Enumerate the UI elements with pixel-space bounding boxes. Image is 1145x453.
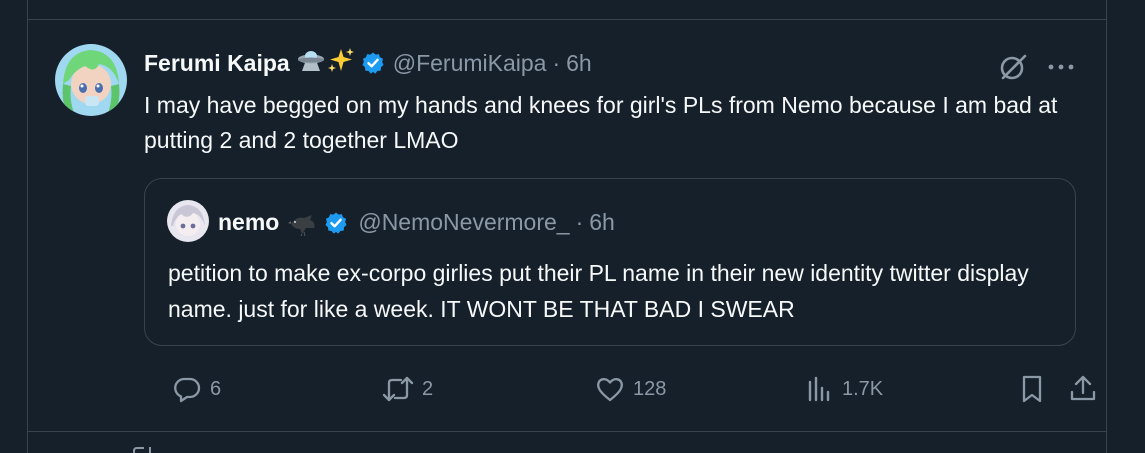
grok-icon[interactable] — [998, 52, 1028, 82]
analytics-icon — [806, 374, 834, 404]
name-emojis — [297, 47, 355, 79]
next-tweet-repost-icon — [128, 445, 156, 453]
like-count: 128 — [633, 377, 667, 400]
quoted-display-name[interactable]: nemo — [218, 209, 279, 236]
quoted-verified-icon[interactable] — [324, 211, 348, 235]
author-avatar[interactable] — [55, 44, 127, 116]
tweet-action-bar: 6 2 128 1.7K — [144, 374, 1096, 414]
tweet[interactable]: Ferumi Kaipa @FerumiKaipa · 6h I may hav… — [28, 20, 1106, 431]
quoted-tweet-header: nemo @NemoNevermore_ · 6h — [218, 209, 615, 236]
reply-icon — [172, 374, 202, 404]
bottom-divider — [28, 431, 1106, 432]
repost-count: 2 — [422, 377, 434, 400]
quoted-tweet[interactable]: nemo @NemoNevermore_ · 6h petition to ma… — [144, 178, 1076, 346]
tweet-top-actions — [998, 52, 1076, 82]
quoted-handle[interactable]: @NemoNevermore_ — [358, 209, 569, 236]
heart-icon — [595, 374, 625, 404]
tweet-text: I may have begged on my hands and knees … — [144, 92, 1058, 153]
like-button[interactable]: 128 — [595, 374, 666, 404]
repost-icon — [382, 374, 414, 404]
quoted-separator-dot: · — [575, 209, 584, 235]
author-display-name[interactable]: Ferumi Kaipa — [144, 50, 290, 77]
tweet-header: Ferumi Kaipa @FerumiKaipa · 6h — [144, 47, 592, 79]
quoted-timestamp[interactable]: 6h — [589, 209, 615, 236]
verified-icon[interactable] — [361, 51, 385, 75]
bookmark-icon — [1019, 374, 1045, 404]
ufo-icon — [297, 48, 325, 78]
bookmark-button[interactable] — [1019, 374, 1045, 404]
share-button[interactable] — [1068, 374, 1098, 404]
share-icon — [1068, 374, 1098, 404]
reply-count: 6 — [210, 377, 222, 400]
sparkles-icon — [327, 47, 355, 79]
views-count: 1.7K — [842, 377, 884, 400]
tweet-timestamp[interactable]: 6h — [566, 50, 592, 77]
quoted-tweet-text: petition to make ex-corpo girlies put th… — [168, 260, 1029, 322]
separator-dot: · — [552, 49, 561, 76]
repost-button[interactable]: 2 — [382, 374, 433, 404]
views-button[interactable]: 1.7K — [806, 374, 883, 404]
crow-icon — [288, 210, 318, 236]
author-handle[interactable]: @FerumiKaipa — [393, 50, 547, 77]
timeline-column: Ferumi Kaipa @FerumiKaipa · 6h I may hav… — [27, 0, 1107, 453]
quoted-author-avatar[interactable] — [167, 200, 209, 242]
reply-button[interactable]: 6 — [172, 374, 221, 404]
more-options-icon[interactable] — [1046, 62, 1076, 72]
